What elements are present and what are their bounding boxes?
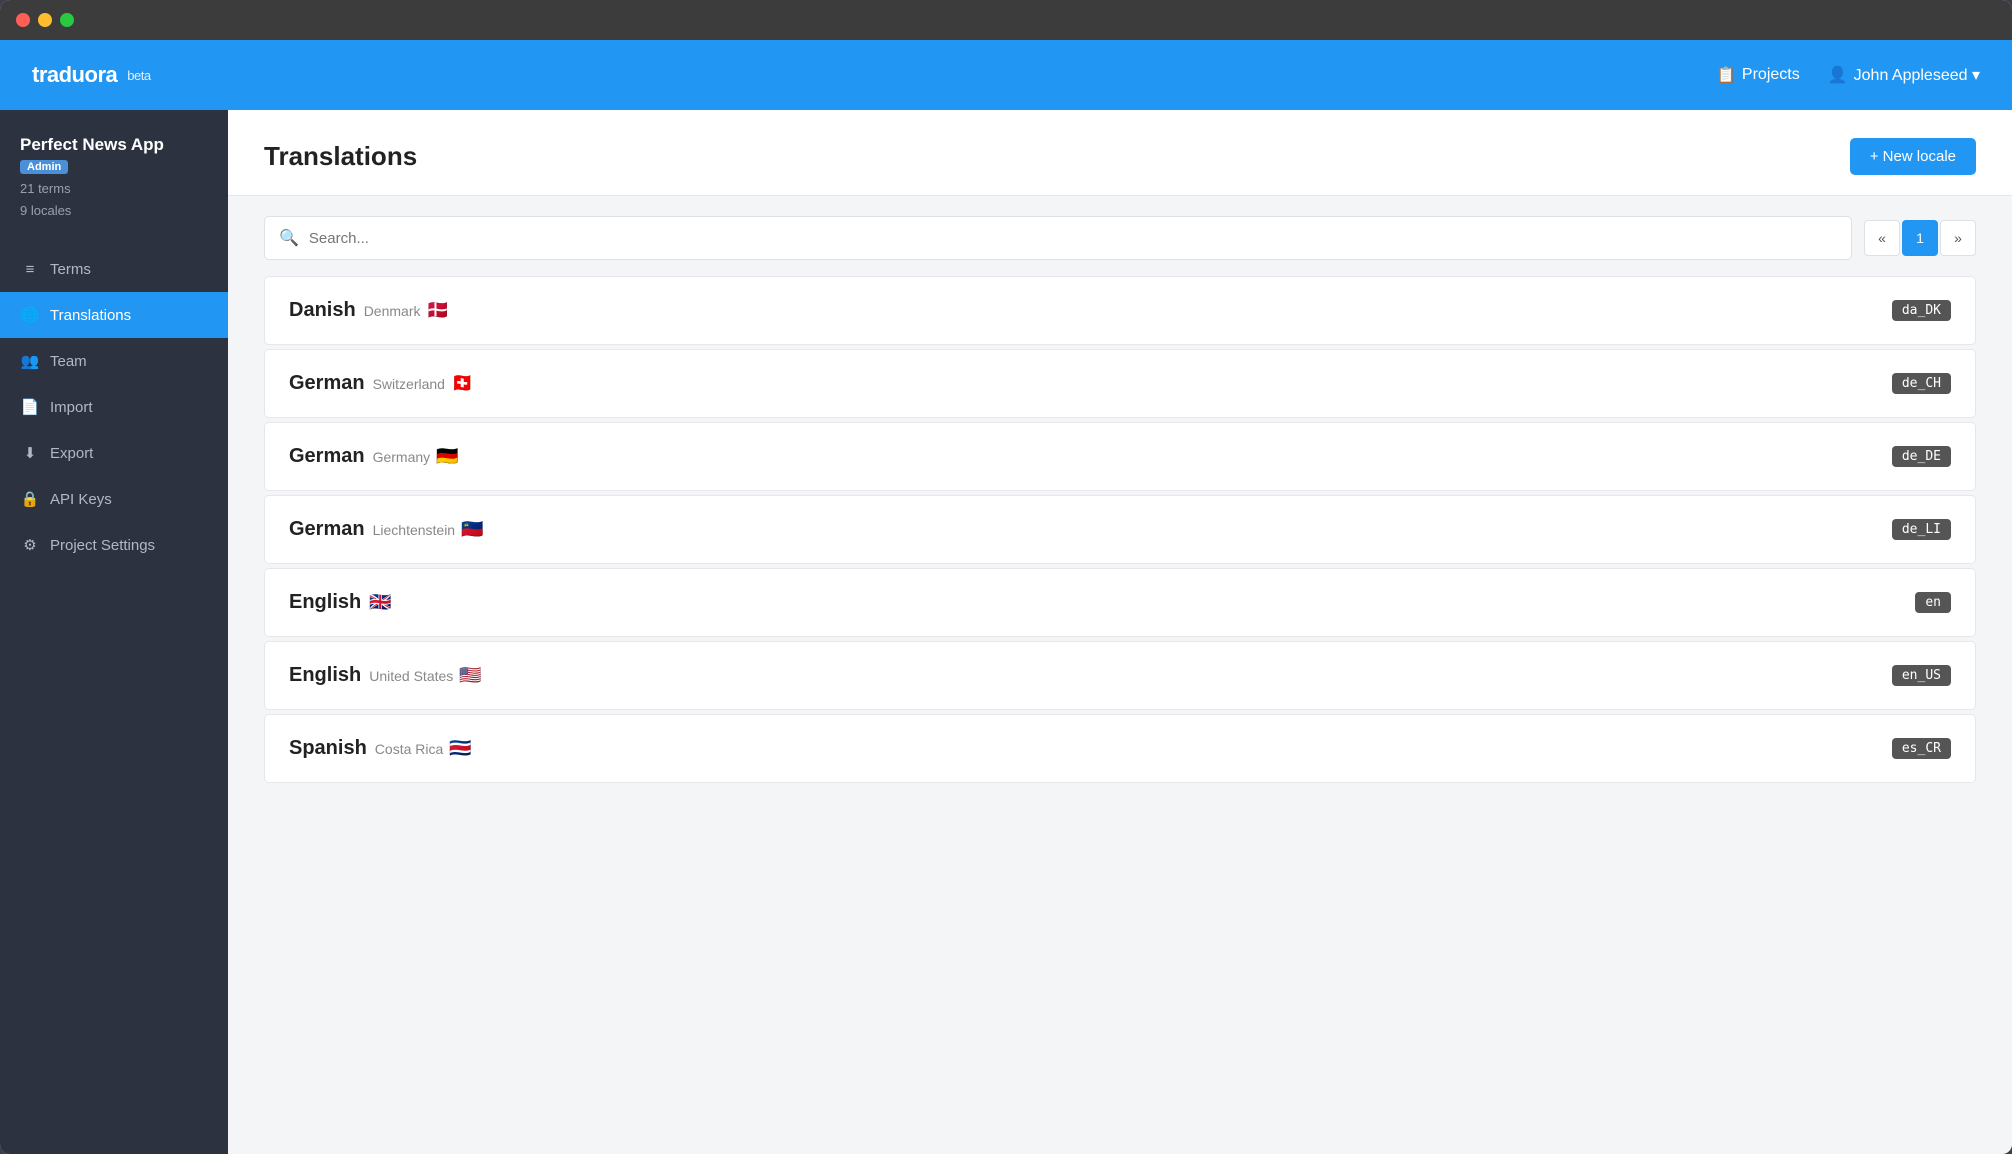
pagination-prev[interactable]: « [1864,220,1900,256]
search-input[interactable] [309,230,1837,247]
import-icon: 📄 [20,397,40,417]
new-locale-button[interactable]: + New locale [1850,138,1976,175]
locales-list: Danish Denmark 🇩🇰 da_DK German Switzerland 🇨🇭 d… [228,268,2012,823]
locales-count: 9 locales [20,200,208,222]
locale-region: United States [369,668,453,684]
sidebar-item-label-api-keys: API Keys [50,491,112,508]
translations-icon: 🌐 [20,305,40,325]
app-window: traduora beta 📋 Projects 👤 John Applesee… [0,0,2012,1154]
topnav-right: 📋 Projects 👤 John Appleseed ▾ [1716,65,1980,85]
locale-code: es_CR [1892,738,1951,759]
sidebar-nav: ≡ Terms 🌐 Translations 👥 Team 📄 Import ⬇ [0,246,228,568]
projects-link[interactable]: 📋 Projects [1716,65,1800,85]
locale-row[interactable]: German Liechtenstein 🇱🇮 de_LI [264,495,1976,564]
search-input-wrap: 🔍 [264,216,1852,260]
terms-count: 21 terms [20,178,208,200]
projects-label: Projects [1742,66,1800,84]
locale-name: Spanish [289,737,367,760]
locale-flag: 🇱🇮 [461,519,483,540]
export-icon: ⬇ [20,443,40,463]
locale-row[interactable]: English United States 🇺🇸 en_US [264,641,1976,710]
locale-flag: 🇩🇪 [436,446,458,467]
locale-flag: 🇬🇧 [369,592,391,613]
minimize-button[interactable] [38,13,52,27]
locale-region: Liechtenstein [373,522,456,538]
locale-flag: 🇩🇰 [426,300,448,321]
project-settings-icon: ⚙ [20,535,40,555]
content-area: Translations + New locale 🔍 « 1 » Danish… [228,110,2012,1154]
sidebar-item-team[interactable]: 👥 Team [0,338,228,384]
projects-icon: 📋 [1716,65,1736,85]
sidebar: Perfect News App Admin 21 terms 9 locale… [0,110,228,1154]
locale-code: en [1915,592,1951,613]
project-name: Perfect News App [20,134,208,156]
close-button[interactable] [16,13,30,27]
locale-region: Switzerland [373,376,445,392]
main-layout: Perfect News App Admin 21 terms 9 locale… [0,110,2012,1154]
terms-icon: ≡ [20,259,40,279]
locale-region: Germany [373,449,431,465]
locale-row[interactable]: Spanish Costa Rica 🇨🇷 es_CR [264,714,1976,783]
locale-name: Danish [289,299,356,322]
sidebar-item-project-settings[interactable]: ⚙ Project Settings [0,522,228,568]
locale-region: Denmark [364,303,421,319]
pagination-current[interactable]: 1 [1902,220,1938,256]
sidebar-item-label-translations: Translations [50,307,131,324]
locale-code: de_DE [1892,446,1951,467]
locale-name: English [289,591,361,614]
locale-name: German [289,372,365,395]
locale-row[interactable]: German Switzerland 🇨🇭 de_CH [264,349,1976,418]
locale-row[interactable]: English 🇬🇧 en [264,568,1976,637]
locale-name: English [289,664,361,687]
brand-beta: beta [127,68,150,83]
sidebar-item-import[interactable]: 📄 Import [0,384,228,430]
page-title: Translations [264,141,417,172]
locale-flag: 🇨🇭 [451,373,473,394]
api-keys-icon: 🔒 [20,489,40,509]
locale-region: Costa Rica [375,741,443,757]
sidebar-item-label-import: Import [50,399,93,416]
user-menu[interactable]: 👤 John Appleseed ▾ [1828,65,1980,85]
locale-row[interactable]: German Germany 🇩🇪 de_DE [264,422,1976,491]
sidebar-item-label-terms: Terms [50,261,91,278]
locale-code: de_CH [1892,373,1951,394]
pagination: « 1 » [1864,220,1976,256]
titlebar [0,0,2012,40]
project-badge: Admin [20,160,68,174]
pagination-next[interactable]: » [1940,220,1976,256]
locale-code: da_DK [1892,300,1951,321]
search-icon: 🔍 [279,228,299,248]
sidebar-item-label-team: Team [50,353,87,370]
search-bar: 🔍 « 1 » [228,196,2012,268]
sidebar-item-terms[interactable]: ≡ Terms [0,246,228,292]
locale-code: de_LI [1892,519,1951,540]
locale-name: German [289,518,365,541]
locale-name: German [289,445,365,468]
team-icon: 👥 [20,351,40,371]
sidebar-item-label-export: Export [50,445,93,462]
user-label: John Appleseed ▾ [1854,65,1980,85]
sidebar-item-export[interactable]: ⬇ Export [0,430,228,476]
sidebar-item-translations[interactable]: 🌐 Translations [0,292,228,338]
top-navigation: traduora beta 📋 Projects 👤 John Applesee… [0,40,2012,110]
content-header: Translations + New locale [228,110,2012,196]
sidebar-item-label-project-settings: Project Settings [50,537,155,554]
locale-code: en_US [1892,665,1951,686]
locale-row[interactable]: Danish Denmark 🇩🇰 da_DK [264,276,1976,345]
user-icon: 👤 [1828,65,1848,85]
sidebar-item-api-keys[interactable]: 🔒 API Keys [0,476,228,522]
brand-name: traduora [32,62,117,88]
maximize-button[interactable] [60,13,74,27]
sidebar-project: Perfect News App Admin 21 terms 9 locale… [0,134,228,246]
brand-logo: traduora beta [32,62,151,88]
locale-flag: 🇨🇷 [449,738,471,759]
locale-flag: 🇺🇸 [459,665,481,686]
